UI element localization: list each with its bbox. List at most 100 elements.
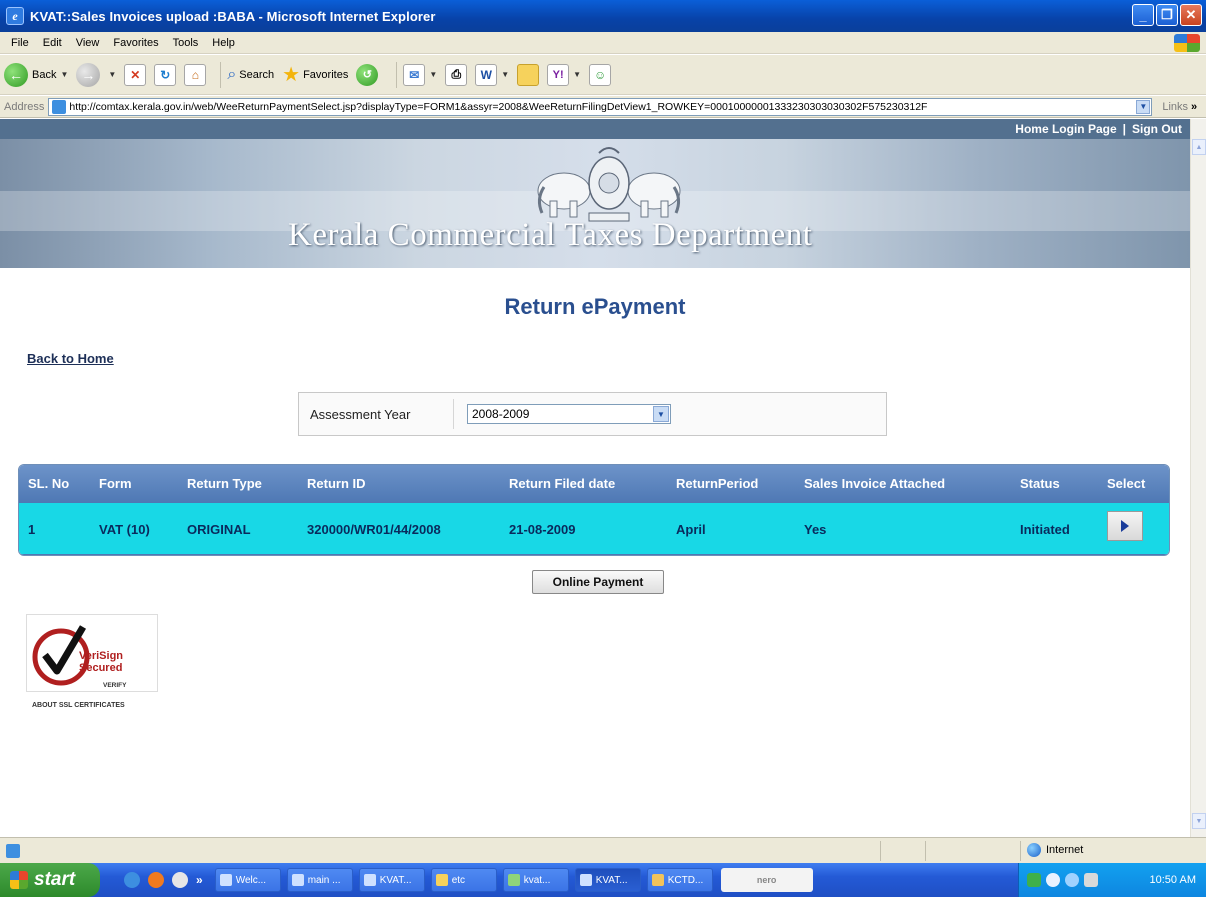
start-label: start (34, 869, 76, 890)
task-label: kvat... (523, 874, 551, 886)
quicklaunch-more-icon[interactable]: » (196, 873, 203, 887)
navigation-toolbar: ← Back ▼ → ▼ ✕ ↻ ⌂ ⌕ Search ★ Favorites … (0, 55, 1206, 95)
yahoo-icon: Y! (547, 63, 570, 86)
ie-logo-icon: e (6, 7, 24, 25)
scroll-up-icon[interactable]: ▲ (1192, 139, 1206, 155)
table-header: SL. No Form Return Type Return ID Return… (19, 465, 1169, 503)
col-sl-no: SL. No (28, 476, 70, 491)
forward-button[interactable]: → ▼ (76, 62, 116, 87)
task-button[interactable]: kvat... (502, 868, 569, 892)
zone-label: Internet (1046, 844, 1084, 856)
header-top-strip: Home Login Page | Sign Out (0, 119, 1190, 139)
close-button[interactable]: ✕ (1180, 4, 1202, 26)
assessment-year-select[interactable]: 2008-2009 ▼ (467, 404, 671, 424)
task-button[interactable]: KVAT... (358, 868, 425, 892)
back-to-home-link[interactable]: Back to Home (27, 351, 114, 366)
home-button[interactable]: ⌂ (184, 63, 207, 86)
table-row[interactable]: 1 VAT (10) ORIGINAL 320000/WR01/44/2008 … (19, 503, 1169, 555)
nero-search-box[interactable]: nero (720, 868, 813, 892)
cell-sales-invoice: Yes (804, 522, 827, 537)
tray-network-icon[interactable] (1065, 873, 1079, 887)
task-label: KVAT... (595, 874, 628, 886)
sign-out-link[interactable]: Sign Out (1132, 122, 1182, 136)
verisign-seal[interactable]: VeriSign Secured VERIFY (26, 614, 158, 692)
tray-arrow-icon[interactable] (1027, 873, 1041, 887)
verisign-line2: Secured (79, 662, 122, 674)
forward-dropdown-icon[interactable]: ▼ (108, 70, 116, 79)
favorites-button[interactable]: ★ Favorites (282, 62, 348, 87)
menu-edit[interactable]: Edit (43, 37, 62, 49)
stop-button[interactable]: ✕ (124, 63, 147, 86)
play-arrow-icon (1121, 520, 1129, 532)
cell-filed-date: 21-08-2009 (509, 522, 576, 537)
home-login-link[interactable]: Home Login Page (1015, 122, 1116, 136)
task-label: etc (451, 874, 466, 886)
page-icon (52, 99, 67, 114)
folder-button[interactable] (517, 63, 540, 86)
col-sales-invoice-attached: Sales Invoice Attached (804, 476, 946, 491)
assessment-year-label: Assessment Year (310, 399, 454, 429)
mail-button[interactable]: ✉ ▼ (403, 63, 437, 86)
back-label: Back (32, 68, 57, 81)
address-dropdown-icon[interactable]: ▼ (1136, 99, 1151, 114)
returns-table: SL. No Form Return Type Return ID Return… (18, 464, 1170, 556)
links-label: Links (1162, 100, 1189, 113)
toolbar-divider (220, 61, 222, 88)
vertical-scrollbar[interactable]: ▲ ▼ (1190, 119, 1206, 837)
word-icon: W (475, 63, 498, 86)
toolbar-divider (396, 61, 398, 88)
desktop-quicklaunch-icon[interactable] (172, 872, 188, 888)
tray-back-icon[interactable] (1046, 873, 1060, 887)
yahoo-dropdown-icon[interactable]: ▼ (573, 70, 581, 79)
back-dropdown-icon[interactable]: ▼ (60, 70, 68, 79)
verisign-verify: VERIFY (103, 682, 127, 689)
col-return-filed-date: Return Filed date (509, 476, 616, 491)
task-button-active[interactable]: KVAT... (574, 868, 641, 892)
ssl-certificates-link[interactable]: ABOUT SSL CERTIFICATES (32, 702, 125, 709)
menu-file[interactable]: File (11, 37, 29, 49)
address-input[interactable]: http://comtax.kerala.gov.in/web/WeeRetur… (48, 97, 1153, 116)
minimize-button[interactable]: _ (1132, 4, 1154, 26)
cell-form: VAT (10) (99, 522, 150, 537)
start-button[interactable]: start (0, 863, 100, 897)
menu-tools[interactable]: Tools (173, 37, 199, 49)
task-button[interactable]: KCTD... (646, 868, 713, 892)
edit-button[interactable]: W ▼ (475, 63, 509, 86)
menu-view[interactable]: View (76, 37, 100, 49)
mail-icon: ✉ (403, 63, 426, 86)
online-payment-button[interactable]: Online Payment (532, 570, 664, 594)
messenger-button[interactable]: ☺ (589, 63, 612, 86)
refresh-button[interactable]: ↻ (154, 63, 177, 86)
select-arrow-button[interactable] (1107, 511, 1143, 541)
cell-sl-no: 1 (28, 522, 36, 537)
select-row-button[interactable] (1107, 511, 1143, 541)
edit-dropdown-icon[interactable]: ▼ (501, 70, 509, 79)
scroll-down-icon[interactable]: ▼ (1192, 813, 1206, 829)
links-button[interactable]: Links» (1162, 101, 1197, 113)
yahoo-button[interactable]: Y! ▼ (547, 63, 581, 86)
task-button[interactable]: Welc... (214, 868, 281, 892)
print-button[interactable]: ⎙ (445, 63, 468, 86)
task-button[interactable]: main ... (286, 868, 353, 892)
mail-dropdown-icon[interactable]: ▼ (429, 70, 437, 79)
back-button[interactable]: ← Back ▼ (4, 62, 68, 87)
chevron-down-icon[interactable]: ▼ (653, 406, 669, 422)
assessment-year-panel: Assessment Year 2008-2009 ▼ (298, 392, 887, 436)
address-url[interactable]: http://comtax.kerala.gov.in/web/WeeRetur… (69, 101, 1133, 113)
internet-globe-icon (1027, 843, 1041, 857)
document-icon (651, 874, 664, 886)
menu-favorites[interactable]: Favorites (113, 37, 158, 49)
nero-logo: nero (756, 875, 777, 885)
ie-quicklaunch-icon[interactable] (124, 872, 140, 888)
search-button[interactable]: ⌕ Search (227, 66, 274, 84)
menu-help[interactable]: Help (212, 37, 235, 49)
messenger-icon: ☺ (589, 63, 612, 86)
task-button[interactable]: etc (430, 868, 497, 892)
tray-volume-icon[interactable] (1084, 873, 1098, 887)
history-button[interactable]: ↺ (356, 63, 382, 86)
col-return-type: Return Type (187, 476, 262, 491)
restore-button[interactable]: ❐ (1156, 4, 1178, 26)
security-zone: Internet (1027, 843, 1083, 857)
firefox-quicklaunch-icon[interactable] (148, 872, 164, 888)
favorites-label: Favorites (303, 68, 349, 81)
